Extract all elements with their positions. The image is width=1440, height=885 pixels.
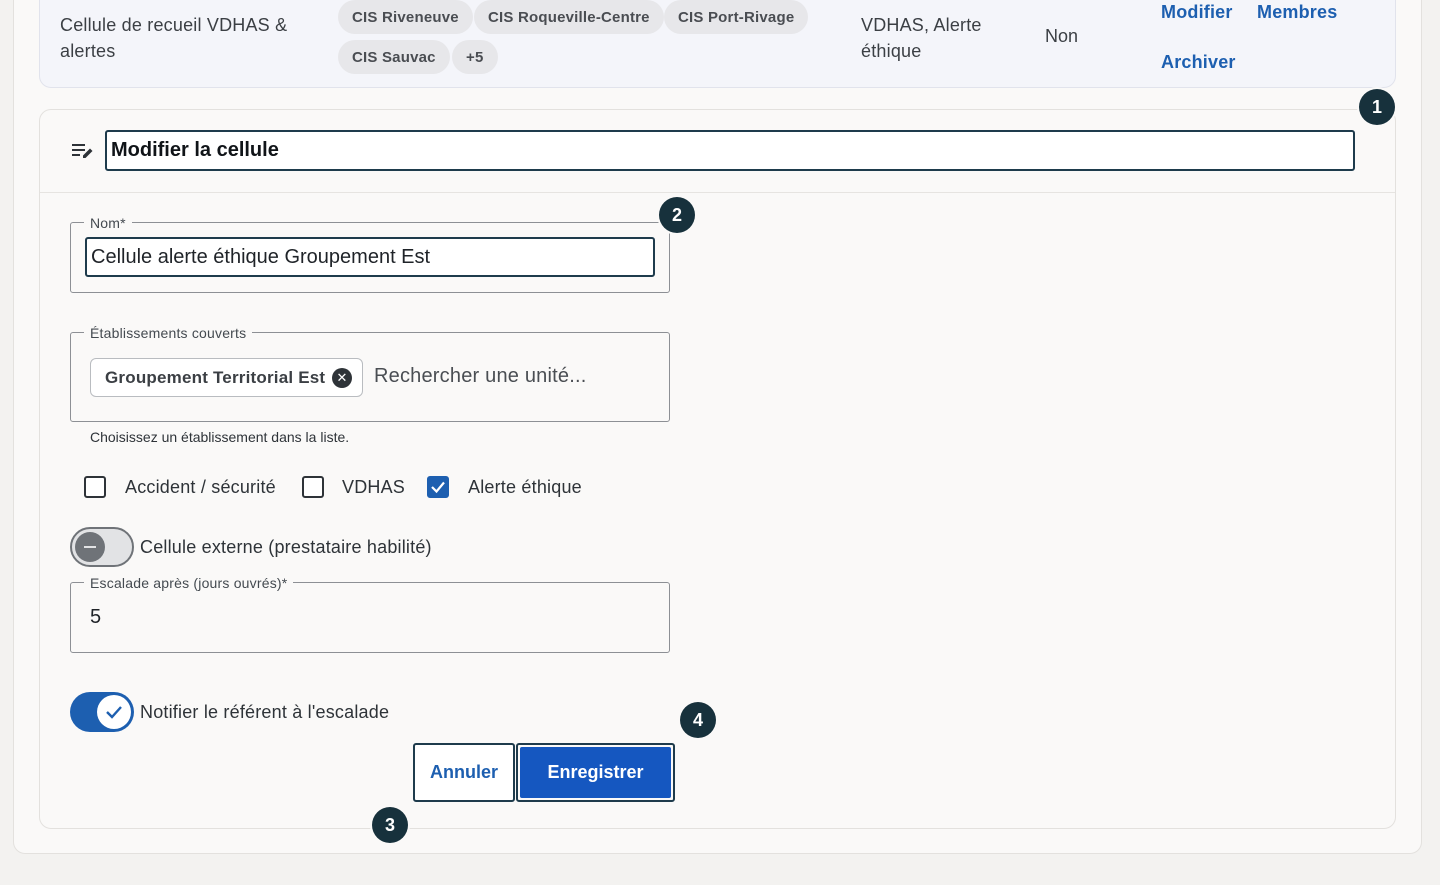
step-badge: 4 xyxy=(680,702,716,738)
unit-search-input[interactable]: Rechercher une unité... xyxy=(374,365,587,388)
unit-chip: CIS Port-Rivage xyxy=(664,0,809,34)
toggle-knob xyxy=(97,695,131,729)
name-label: Nom* xyxy=(84,215,132,231)
checkbox-accident-label[interactable]: Accident / sécurité xyxy=(125,477,276,498)
escalation-input[interactable]: 5 xyxy=(90,606,101,629)
minus-icon xyxy=(84,546,96,548)
checkbox-vdhas[interactable] xyxy=(302,476,324,498)
title-input[interactable] xyxy=(105,130,1355,171)
external-toggle-label: Cellule externe (prestataire habilité) xyxy=(140,537,432,557)
units-helper-text: Choisissez un établissement dans la list… xyxy=(90,429,350,445)
cancel-button[interactable]: Annuler xyxy=(413,743,515,802)
archive-link[interactable]: Archiver xyxy=(1161,52,1236,73)
selected-unit-chip: Groupement Territorial Est ✕ xyxy=(90,358,363,397)
step-badge: 2 xyxy=(659,197,695,233)
save-button[interactable]: Enregistrer xyxy=(520,747,671,798)
unit-chip: CIS Roqueville-Centre xyxy=(474,0,664,34)
notify-toggle[interactable] xyxy=(70,692,134,732)
cell-external: Non xyxy=(1045,26,1079,46)
cell-types: VDHAS, Alerte éthique xyxy=(861,15,982,61)
escalation-fieldset xyxy=(70,582,670,653)
step-badge: 1 xyxy=(1359,89,1395,125)
step-badge: 3 xyxy=(372,807,408,843)
checkbox-vdhas-label[interactable]: VDHAS xyxy=(342,477,405,498)
external-toggle[interactable] xyxy=(70,527,134,567)
members-link[interactable]: Membres xyxy=(1257,2,1337,23)
name-input[interactable] xyxy=(85,237,655,277)
checkbox-alerte-ethique-label[interactable]: Alerte éthique xyxy=(468,477,582,498)
notify-toggle-label: Notifier le référent à l'escalade xyxy=(140,702,390,722)
more-units-chip[interactable]: +5 xyxy=(452,40,498,74)
edit-link[interactable]: Modifier xyxy=(1161,2,1233,23)
edit-note-icon xyxy=(72,144,93,158)
cell-name: Cellule de recueil VDHAS & alertes xyxy=(60,15,288,61)
save-button-focus-ring: Enregistrer xyxy=(516,743,675,802)
check-icon xyxy=(431,481,445,494)
units-label: Établissements couverts xyxy=(84,325,253,341)
remove-unit-icon[interactable]: ✕ xyxy=(332,368,352,388)
unit-chip: CIS Sauvac xyxy=(338,40,450,74)
toggle-knob xyxy=(75,532,105,562)
escalation-label: Escalade après (jours ouvrés)* xyxy=(84,575,294,591)
selected-unit-label: Groupement Territorial Est xyxy=(105,367,326,387)
checkbox-accident[interactable] xyxy=(84,476,106,498)
check-icon xyxy=(106,706,122,719)
checkbox-alerte-ethique[interactable] xyxy=(427,476,449,498)
unit-chip: CIS Riveneuve xyxy=(338,0,473,34)
